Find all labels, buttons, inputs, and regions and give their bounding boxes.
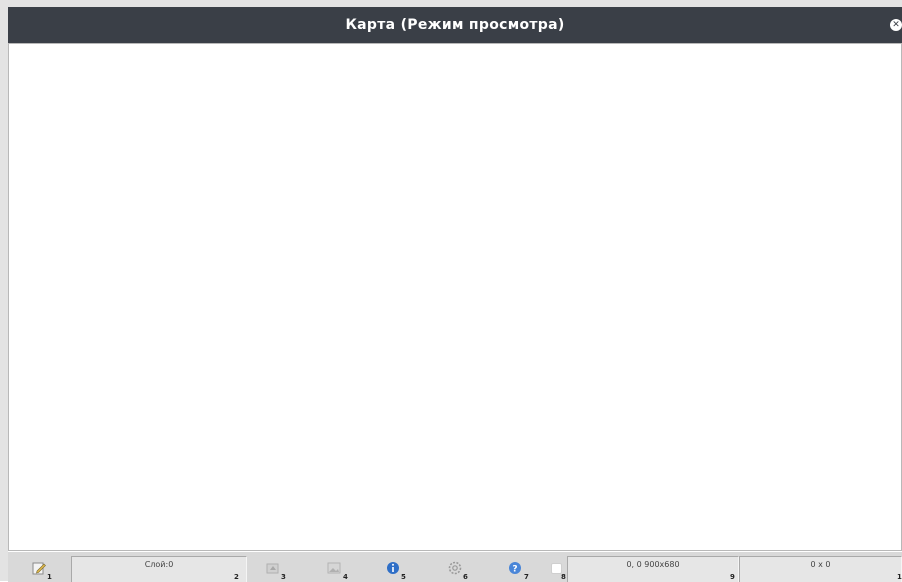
info-button[interactable]: 5 — [386, 552, 414, 582]
item-number: 1 — [47, 573, 52, 581]
layer-up-button[interactable]: 3 — [266, 552, 294, 582]
item-number: 4 — [343, 573, 348, 581]
layer-up-icon — [266, 563, 279, 574]
title-bar[interactable]: Карта (Режим просмотра) ✕ — [8, 7, 902, 43]
status-bar: 1 Слой:0 2 3 4 5 6 ? 7 8 0, 0 900x680 9 … — [8, 551, 902, 582]
item-number: 7 — [524, 573, 529, 581]
layer-field: Слой:0 — [71, 556, 247, 582]
edit-button[interactable]: 1 — [30, 552, 60, 582]
coordinates-value: 0, 0 900x680 — [626, 560, 680, 569]
toggle-checkbox-item[interactable]: 8 — [549, 552, 569, 582]
help-button[interactable]: ? 7 — [508, 552, 536, 582]
item-number: 5 — [401, 573, 406, 581]
info-icon — [387, 562, 399, 574]
edit-icon — [32, 562, 46, 575]
selection-size-value: 0 x 0 — [810, 560, 831, 569]
image-icon — [327, 562, 341, 574]
close-icon[interactable]: ✕ — [890, 19, 902, 31]
map-window: Карта (Режим просмотра) ✕ 1 Слой:0 2 3 4… — [0, 0, 902, 582]
window-title: Карта (Режим просмотра) — [345, 17, 565, 33]
settings-button[interactable]: 6 — [448, 552, 476, 582]
svg-text:?: ? — [512, 565, 517, 575]
selection-size-field: 0 x 0 — [739, 556, 902, 582]
image-button[interactable]: 4 — [327, 552, 355, 582]
item-number: 1 — [897, 573, 902, 581]
item-number: 2 — [234, 573, 239, 581]
item-number: 9 — [730, 573, 735, 581]
map-canvas[interactable] — [8, 43, 902, 551]
help-icon: ? — [509, 562, 521, 575]
item-number: 8 — [561, 573, 566, 581]
layer-label: Слой:0 — [144, 560, 174, 569]
coordinates-field: 0, 0 900x680 — [567, 556, 739, 582]
settings-icon — [448, 561, 462, 575]
item-number: 3 — [281, 573, 286, 581]
item-number: 6 — [463, 573, 468, 581]
